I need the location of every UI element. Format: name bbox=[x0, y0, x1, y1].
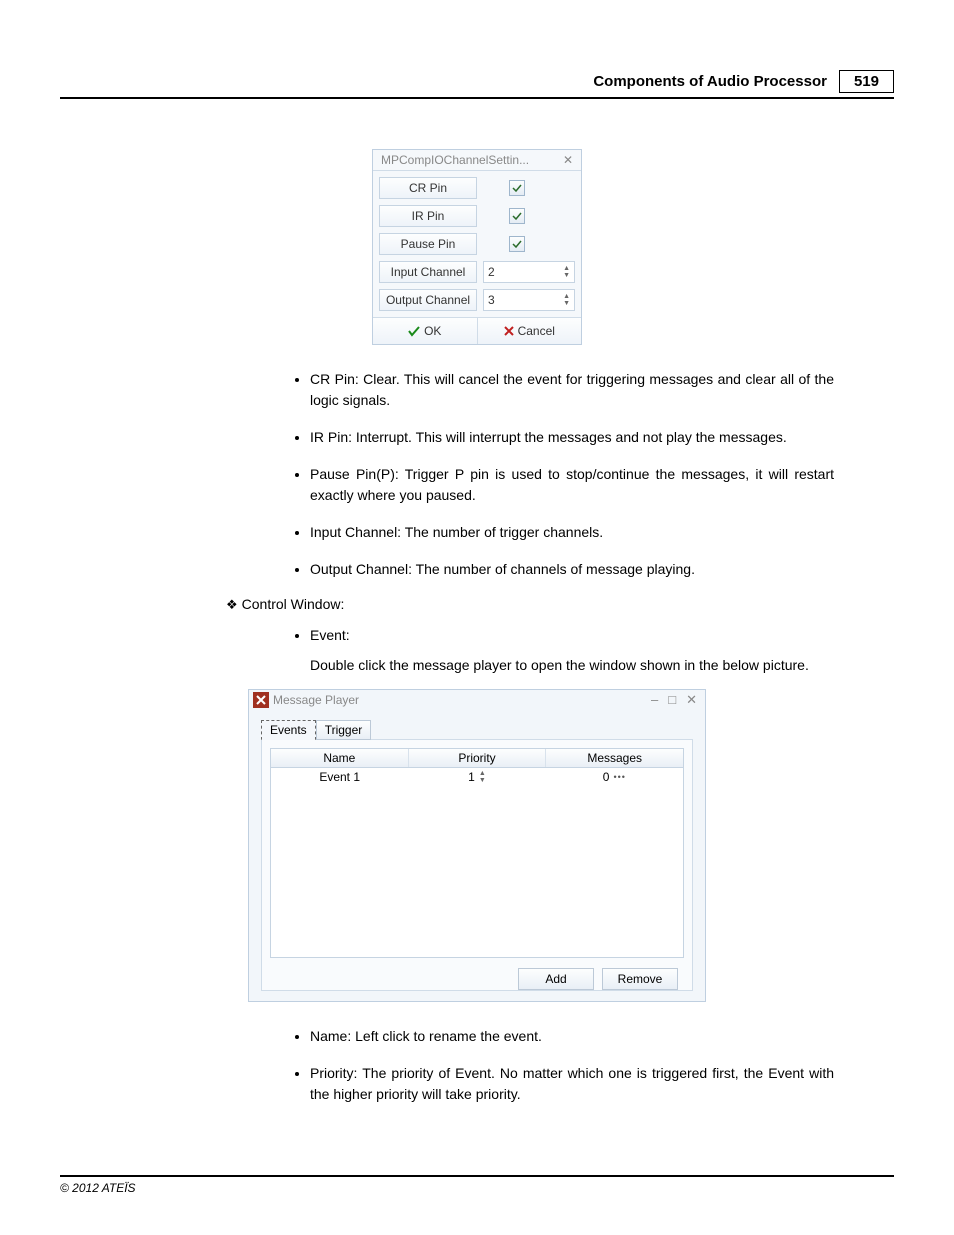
input-channel-label: Input Channel bbox=[379, 261, 477, 283]
tab-bar: Events Trigger bbox=[261, 720, 705, 740]
output-channel-spinner[interactable]: 3 ▲▼ bbox=[483, 289, 575, 311]
maximize-icon[interactable]: □ bbox=[668, 692, 676, 708]
control-window-label: Control Window: bbox=[242, 596, 345, 612]
ok-label: OK bbox=[424, 324, 441, 338]
list-item: Output Channel: The number of channels o… bbox=[310, 559, 834, 580]
event-field-list: Name: Left click to rename the event. Pr… bbox=[60, 1026, 894, 1105]
list-item: Name: Left click to rename the event. bbox=[310, 1026, 834, 1047]
dialog-title-text: Message Player bbox=[273, 693, 359, 707]
list-item: IR Pin: Interrupt. This will interrupt t… bbox=[310, 427, 834, 448]
input-channel-spinner[interactable]: 2 ▲▼ bbox=[483, 261, 575, 283]
remove-button[interactable]: Remove bbox=[602, 968, 678, 990]
input-channel-value: 2 bbox=[488, 265, 495, 279]
minimize-icon[interactable]: – bbox=[651, 692, 658, 708]
list-item: CR Pin: Clear. This will cancel the even… bbox=[310, 369, 834, 411]
io-channel-settings-dialog: MPCompIOChannelSettin... ✕ CR Pin IR Pin bbox=[372, 149, 582, 345]
spinner-arrows-icon[interactable]: ▲▼ bbox=[563, 265, 570, 279]
ir-pin-button[interactable]: IR Pin bbox=[379, 205, 477, 227]
pin-description-list: CR Pin: Clear. This will cancel the even… bbox=[60, 369, 894, 580]
event-description: Double click the message player to open … bbox=[310, 657, 894, 673]
cr-pin-button[interactable]: CR Pin bbox=[379, 177, 477, 199]
pause-pin-button[interactable]: Pause Pin bbox=[379, 233, 477, 255]
ok-button[interactable]: OK bbox=[373, 318, 477, 344]
cell-priority[interactable]: 1 ▲▼ bbox=[408, 768, 545, 786]
check-icon bbox=[512, 183, 522, 193]
dialog-title-text: MPCompIOChannelSettin... bbox=[381, 153, 529, 167]
list-item: Input Channel: The number of trigger cha… bbox=[310, 522, 834, 543]
table-row[interactable]: Event 1 1 ▲▼ 0 ••• bbox=[271, 768, 683, 786]
messages-value: 0 bbox=[603, 770, 610, 784]
page-number: 519 bbox=[839, 70, 894, 93]
event-label: Event: bbox=[310, 627, 894, 643]
check-icon bbox=[512, 239, 522, 249]
output-channel-value: 3 bbox=[488, 293, 495, 307]
priority-value: 1 bbox=[468, 770, 475, 784]
add-button[interactable]: Add bbox=[518, 968, 594, 990]
list-item: Priority: The priority of Event. No matt… bbox=[310, 1063, 834, 1105]
cr-pin-checkbox[interactable] bbox=[509, 180, 525, 196]
spinner-arrows-icon[interactable]: ▲▼ bbox=[563, 293, 570, 307]
header-section-title: Components of Audio Processor bbox=[593, 73, 827, 90]
page-footer: © 2012 ATEÏS bbox=[60, 1175, 894, 1195]
tab-events[interactable]: Events bbox=[261, 720, 316, 740]
output-channel-label: Output Channel bbox=[379, 289, 477, 311]
cancel-label: Cancel bbox=[518, 324, 555, 338]
app-icon bbox=[253, 692, 269, 708]
cell-messages[interactable]: 0 ••• bbox=[546, 768, 683, 786]
page-header: Components of Audio Processor 519 bbox=[60, 70, 894, 99]
tab-trigger[interactable]: Trigger bbox=[316, 720, 372, 740]
ir-pin-checkbox[interactable] bbox=[509, 208, 525, 224]
ellipsis-icon[interactable]: ••• bbox=[613, 772, 625, 782]
cancel-button[interactable]: Cancel bbox=[477, 318, 582, 344]
col-messages: Messages bbox=[546, 749, 683, 767]
checkmark-icon bbox=[408, 325, 420, 337]
dialog-titlebar: MPCompIOChannelSettin... ✕ bbox=[373, 150, 581, 170]
event-bullet: Event: bbox=[310, 627, 894, 643]
events-table: Name Priority Messages Event 1 1 ▲▼ 0 ••… bbox=[270, 748, 684, 958]
col-priority: Priority bbox=[409, 749, 547, 767]
close-icon[interactable]: ✕ bbox=[686, 692, 697, 708]
col-name: Name bbox=[271, 749, 409, 767]
diamond-icon: ❖ bbox=[226, 597, 238, 612]
dialog-titlebar: Message Player – □ ✕ bbox=[249, 690, 705, 710]
control-window-heading: ❖ Control Window: bbox=[226, 596, 894, 613]
check-icon bbox=[512, 211, 522, 221]
message-player-dialog: Message Player – □ ✕ Events Trigger Name… bbox=[248, 689, 706, 1002]
list-item: Pause Pin(P): Trigger P pin is used to s… bbox=[310, 464, 834, 506]
pause-pin-checkbox[interactable] bbox=[509, 236, 525, 252]
spinner-arrows-icon[interactable]: ▲▼ bbox=[479, 770, 486, 784]
close-icon[interactable]: ✕ bbox=[563, 153, 573, 167]
x-icon bbox=[504, 326, 514, 336]
cell-name[interactable]: Event 1 bbox=[271, 768, 408, 786]
